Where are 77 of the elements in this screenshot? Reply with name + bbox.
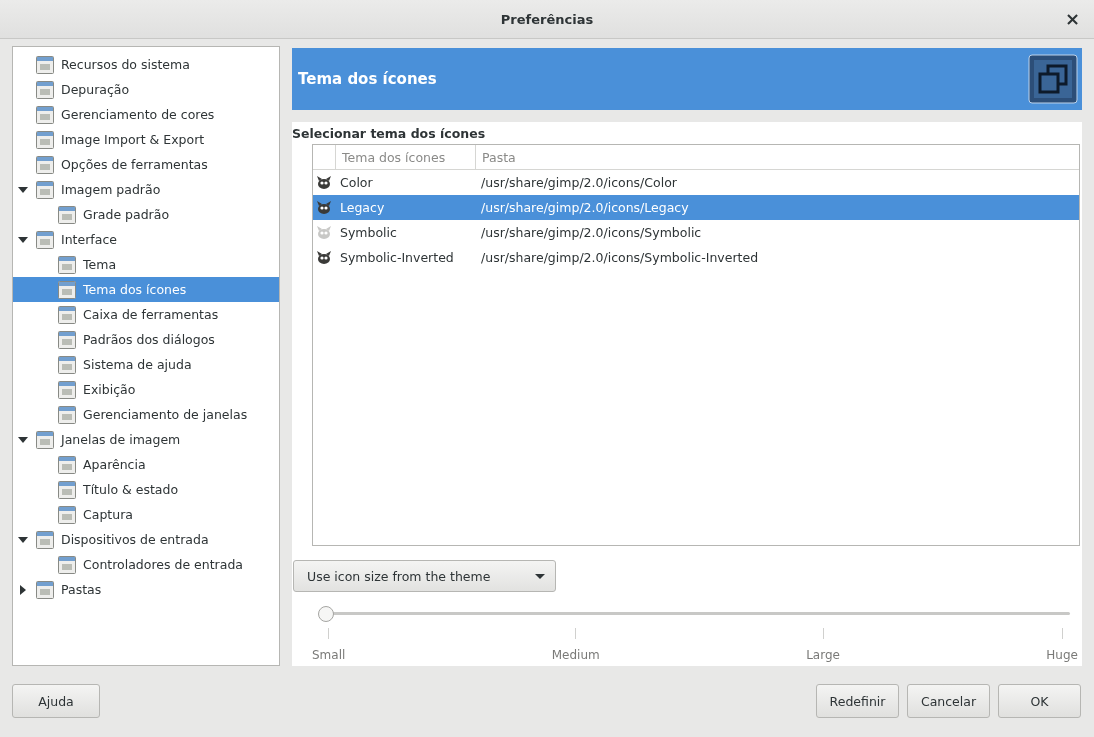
- window-title: Preferências: [500, 11, 594, 27]
- table-row[interactable]: Symbolic-Inverted /usr/share/gimp/2.0/icons/Symbolic-Inverted: [313, 245, 1079, 270]
- column-header[interactable]: Tema dos ícones: [336, 145, 476, 169]
- table-row[interactable]: Symbolic /usr/share/gimp/2.0/icons/Symbolic: [313, 220, 1079, 245]
- tree-item[interactable]: Grade padrão: [13, 202, 279, 227]
- dialog-button[interactable]: OK: [998, 684, 1081, 718]
- caret-icon: [535, 573, 545, 579]
- window-icon: [35, 154, 55, 175]
- page-title: Tema dos ícones: [298, 70, 437, 88]
- close-button[interactable]: ×: [1060, 8, 1084, 29]
- window-icon: [35, 54, 55, 75]
- dialog-button[interactable]: Cancelar: [907, 684, 990, 718]
- column-header[interactable]: Pasta: [476, 149, 516, 165]
- section-label: Selecionar tema dos ícones: [292, 125, 487, 143]
- window-icon: [57, 254, 77, 275]
- tree-item[interactable]: Recursos do sistema: [13, 52, 279, 77]
- tick-label: Large: [806, 648, 840, 662]
- tree-item[interactable]: Sistema de ajuda: [13, 352, 279, 377]
- tree-item[interactable]: Aparência: [13, 452, 279, 477]
- help-button[interactable]: Ajuda: [12, 684, 100, 718]
- window-icon: [57, 479, 77, 500]
- window-icon: [57, 379, 77, 400]
- size-slider[interactable]: [316, 606, 1070, 622]
- window-icon: [57, 204, 77, 225]
- tree-item[interactable]: Gerenciamento de janelas: [13, 402, 279, 427]
- creature-icon: [316, 249, 332, 266]
- tree-item[interactable]: Opções de ferramentas: [13, 152, 279, 177]
- tree-item[interactable]: Gerenciamento de cores: [13, 102, 279, 127]
- tick-label: Huge: [1046, 648, 1078, 662]
- window-icon: [35, 179, 55, 200]
- tree-item[interactable]: Pastas: [13, 577, 279, 602]
- tree-item[interactable]: Imagem padrão: [13, 177, 279, 202]
- tree-item[interactable]: Depuração: [13, 77, 279, 102]
- tree-item[interactable]: Tema: [13, 252, 279, 277]
- slider-handle[interactable]: [318, 606, 334, 622]
- tick-label: Small: [312, 648, 346, 662]
- tree-item[interactable]: Controladores de entrada: [13, 552, 279, 577]
- tree-item[interactable]: Captura: [13, 502, 279, 527]
- overlapping-squares-icon: [1028, 54, 1078, 104]
- size-dropdown[interactable]: Use icon size from the theme: [293, 560, 556, 592]
- table-cell-text: /usr/share/gimp/2.0/icons/Symbolic-Inverted: [480, 250, 759, 265]
- tree-item[interactable]: Dispositivos de entrada: [13, 527, 279, 552]
- tree-item[interactable]: Padrãos dos diálogos: [13, 327, 279, 352]
- window-icon: [35, 529, 55, 550]
- tree-item[interactable]: Image Import & Export: [13, 127, 279, 152]
- table-cell-text: Color: [339, 175, 374, 190]
- tree-item[interactable]: Janelas de imagem: [13, 427, 279, 452]
- creature-icon: [316, 174, 332, 191]
- table-cell-text: Legacy: [339, 200, 386, 215]
- creature-icon: [316, 199, 332, 216]
- window-icon: [57, 504, 77, 525]
- dialog-button[interactable]: Redefinir: [816, 684, 899, 718]
- creature-icon: [316, 224, 332, 241]
- table-cell-text: /usr/share/gimp/2.0/icons/Symbolic: [480, 225, 702, 240]
- table-cell-text: Symbolic-Inverted: [339, 250, 455, 265]
- window-icon: [57, 329, 77, 350]
- window-icon: [35, 429, 55, 450]
- window-icon: [57, 304, 77, 325]
- table-row[interactable]: Color /usr/share/gimp/2.0/icons/Color: [313, 170, 1079, 195]
- window-icon: [35, 104, 55, 125]
- tick-label: Medium: [551, 648, 600, 662]
- tree-item[interactable]: Interface: [13, 227, 279, 252]
- window-icon: [57, 404, 77, 425]
- window-icon: [57, 554, 77, 575]
- tree-item[interactable]: Caixa de ferramentas: [13, 302, 279, 327]
- window-icon: [35, 129, 55, 150]
- window-icon: [57, 454, 77, 475]
- tree-item[interactable]: Exibição: [13, 377, 279, 402]
- table-cell-text: Symbolic: [339, 225, 398, 240]
- window-icon: [35, 579, 55, 600]
- table-cell-text: /usr/share/gimp/2.0/icons/Legacy: [480, 200, 689, 215]
- window-icon: [35, 229, 55, 250]
- window-icon: [57, 354, 77, 375]
- window-icon: [35, 79, 55, 100]
- table-cell-text: /usr/share/gimp/2.0/icons/Color: [480, 175, 677, 190]
- window-icon: [57, 279, 77, 300]
- tree-item[interactable]: Título & estado: [13, 477, 279, 502]
